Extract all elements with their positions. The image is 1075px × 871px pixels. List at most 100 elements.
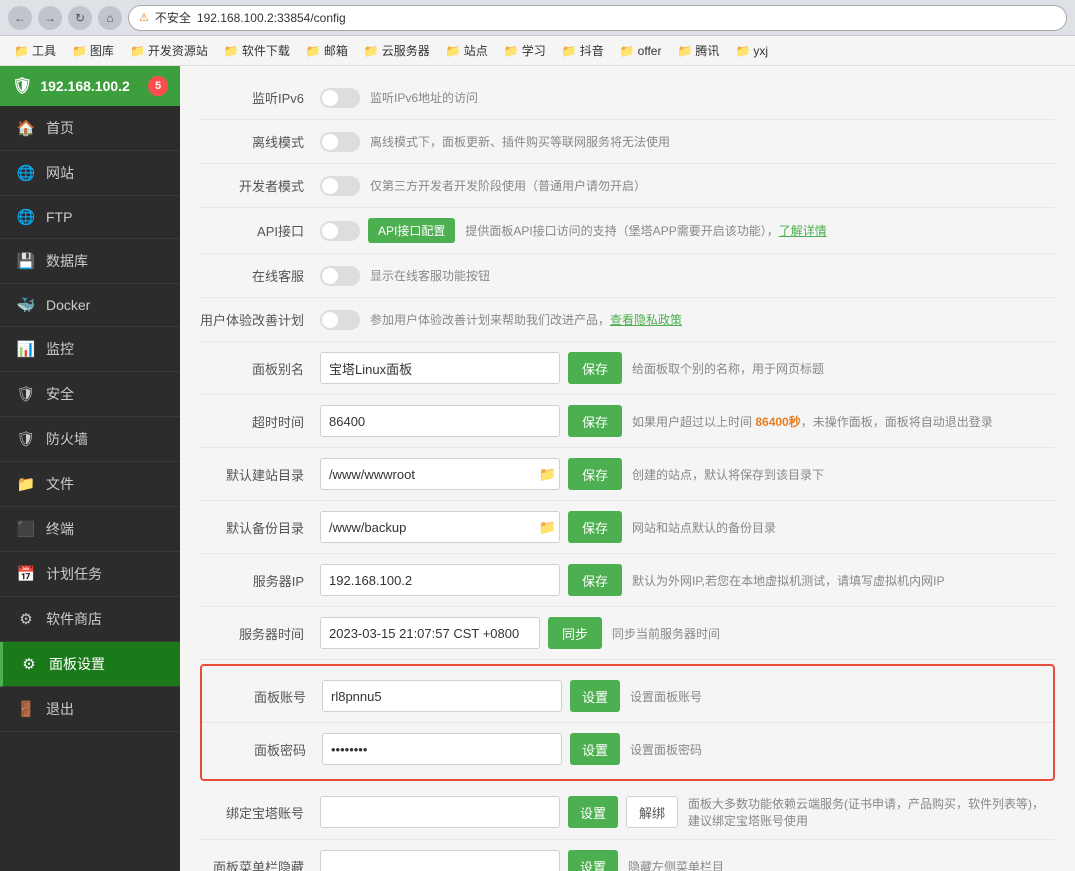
- api-config-button[interactable]: API接口配置: [368, 218, 455, 243]
- sitedir-folder-button[interactable]: 📁: [539, 466, 556, 483]
- servertime-sync-button[interactable]: 同步: [548, 617, 602, 649]
- password-set-button[interactable]: 设置: [570, 733, 620, 765]
- forward-button[interactable]: →: [38, 6, 62, 30]
- setting-control-password: 设置: [322, 733, 620, 765]
- sitedir-save-button[interactable]: 保存: [568, 458, 622, 490]
- setting-control-userexp: [320, 310, 360, 330]
- settings-container: 监听IPv6 监听IPv6地址的访问 离线模式 离线模式下，面板更新、插件购买等…: [180, 66, 1075, 871]
- bindaccount-set-button[interactable]: 设置: [568, 796, 618, 828]
- sidebar-item-appstore[interactable]: ⚙ 软件商店: [0, 597, 180, 642]
- backupdir-folder-button[interactable]: 📁: [539, 519, 556, 536]
- back-button[interactable]: ←: [8, 6, 32, 30]
- sidebar-item-panelsettings[interactable]: ⚙ 面板设置: [0, 642, 180, 687]
- bookmark-label: 工具: [32, 42, 56, 59]
- bookmark-tencent[interactable]: 📁 腾讯: [671, 40, 725, 61]
- bookmark-software[interactable]: 📁 软件下载: [218, 40, 296, 61]
- sidebar-item-label: 文件: [46, 474, 74, 494]
- backupdir-input[interactable]: [320, 511, 560, 543]
- settings-icon: ⚙: [19, 655, 39, 673]
- privacy-policy-link[interactable]: 查看隐私政策: [610, 313, 682, 327]
- timeout-input[interactable]: [320, 405, 560, 437]
- bookmark-yxj[interactable]: 📁 yxj: [729, 42, 774, 60]
- sidebar-item-label: 首页: [46, 118, 74, 138]
- bookmark-study[interactable]: 📁 学习: [498, 40, 552, 61]
- menuhide-input[interactable]: [320, 850, 560, 871]
- setting-desc-servertime: 同步当前服务器时间: [612, 625, 1055, 642]
- account-set-button[interactable]: 设置: [570, 680, 620, 712]
- sidebar-item-home[interactable]: 🏠 首页: [0, 106, 180, 151]
- sidebar-item-security[interactable]: 🛡 安全: [0, 372, 180, 417]
- home-icon: 🏠: [16, 119, 36, 137]
- bookmark-cloud[interactable]: 📁 云服务器: [358, 40, 436, 61]
- setting-row-api: API接口 API接口配置 提供面板API接口访问的支持（堡塔APP需要开启该功…: [200, 208, 1055, 254]
- sidebar-item-database[interactable]: 💾 数据库: [0, 239, 180, 284]
- bookmark-site[interactable]: 📁 站点: [440, 40, 494, 61]
- address-bar[interactable]: ⚠ 不安全 192.168.100.2:33854/config: [128, 5, 1067, 31]
- bindaccount-input[interactable]: [320, 796, 560, 828]
- setting-label-alias: 面板别名: [200, 359, 320, 378]
- setting-control-offline: [320, 132, 360, 152]
- timeout-save-button[interactable]: 保存: [568, 405, 622, 437]
- api-detail-link[interactable]: 了解详情: [779, 224, 827, 238]
- refresh-button[interactable]: ↻: [68, 6, 92, 30]
- folder-icon: 📁: [14, 44, 29, 58]
- bookmark-label: 开发资源站: [148, 42, 208, 59]
- toggle-devmode[interactable]: [320, 176, 360, 196]
- password-input[interactable]: [322, 733, 562, 765]
- sidebar-item-website[interactable]: 🌐 网站: [0, 151, 180, 196]
- setting-label-backupdir: 默认备份目录: [200, 518, 320, 537]
- serverip-input[interactable]: [320, 564, 560, 596]
- account-password-section: 面板账号 设置 设置面板账号 面板密码 设置 设置面板密码: [200, 664, 1055, 781]
- url-text: 192.168.100.2:33854/config: [197, 11, 346, 25]
- sidebar-item-docker[interactable]: 🐳 Docker: [0, 284, 180, 327]
- panel-alias-input[interactable]: [320, 352, 560, 384]
- bookmark-douyin[interactable]: 📁 抖音: [556, 40, 610, 61]
- sidebar-item-files[interactable]: 📁 文件: [0, 462, 180, 507]
- setting-label-bindaccount: 绑定宝塔账号: [200, 803, 320, 822]
- menuhide-set-button[interactable]: 设置: [568, 850, 618, 871]
- sidebar-item-label: 软件商店: [46, 609, 102, 629]
- folder-icon: 📁: [677, 44, 692, 58]
- sidebar-item-ftp[interactable]: 🌐 FTP: [0, 196, 180, 239]
- sidebar-item-label: 终端: [46, 519, 74, 539]
- toggle-onlineservice[interactable]: [320, 266, 360, 286]
- bindaccount-unbind-button[interactable]: 解绑: [626, 796, 678, 828]
- folder-icon: 📁: [446, 44, 461, 58]
- sitedir-input[interactable]: [320, 458, 560, 490]
- setting-row-serverip: 服务器IP 保存 默认为外网IP,若您在本地虚拟机测试，请填写虚拟机内网IP: [200, 554, 1055, 607]
- bookmark-tools[interactable]: 📁 工具: [8, 40, 62, 61]
- setting-control-serverip: 保存: [320, 564, 622, 596]
- sidebar-item-cron[interactable]: 📅 计划任务: [0, 552, 180, 597]
- bookmark-offer[interactable]: 📁 offer: [614, 42, 668, 60]
- setting-row-backupdir: 默认备份目录 📁 保存 网站和站点默认的备份目录: [200, 501, 1055, 554]
- setting-row-timeout: 超时时间 保存 如果用户超过以上时间 86400秒，未操作面板，面板将自动退出登…: [200, 395, 1055, 448]
- bookmark-gallery[interactable]: 📁 图库: [66, 40, 120, 61]
- sidebar-item-monitor[interactable]: 📊 监控: [0, 327, 180, 372]
- sidebar-item-label: 退出: [46, 699, 74, 719]
- setting-desc-sitedir: 创建的站点，默认将保存到该目录下: [632, 466, 1055, 483]
- setting-label-devmode: 开发者模式: [200, 176, 320, 195]
- sidebar-item-firewall[interactable]: 🛡 防火墙: [0, 417, 180, 462]
- toggle-offline[interactable]: [320, 132, 360, 152]
- home-button[interactable]: ⌂: [98, 6, 122, 30]
- toggle-api[interactable]: [320, 221, 360, 241]
- toggle-ipv6[interactable]: [320, 88, 360, 108]
- sidebar-item-label: 监控: [46, 339, 74, 359]
- bookmark-devresource[interactable]: 📁 开发资源站: [124, 40, 214, 61]
- servertime-input[interactable]: [320, 617, 540, 649]
- terminal-icon: ⬛: [16, 520, 36, 538]
- account-input[interactable]: [322, 680, 562, 712]
- panel-alias-save-button[interactable]: 保存: [568, 352, 622, 384]
- setting-desc-bindaccount: 面板大多数功能依赖云端服务(证书申请，产品购买，软件列表等)，建议绑定宝塔账号使…: [688, 795, 1055, 829]
- setting-row-servertime: 服务器时间 同步 同步当前服务器时间: [200, 607, 1055, 660]
- setting-desc-alias: 给面板取个别的名称，用于网页标题: [632, 360, 1055, 377]
- sidebar-item-terminal[interactable]: ⬛ 终端: [0, 507, 180, 552]
- serverip-save-button[interactable]: 保存: [568, 564, 622, 596]
- backupdir-save-button[interactable]: 保存: [568, 511, 622, 543]
- setting-row-alias: 面板别名 保存 给面板取个别的名称，用于网页标题: [200, 342, 1055, 395]
- sidebar-item-logout[interactable]: 🚪 退出: [0, 687, 180, 732]
- bookmark-email[interactable]: 📁 邮箱: [300, 40, 354, 61]
- toggle-userexp[interactable]: [320, 310, 360, 330]
- setting-label-timeout: 超时时间: [200, 412, 320, 431]
- docker-icon: 🐳: [16, 296, 36, 314]
